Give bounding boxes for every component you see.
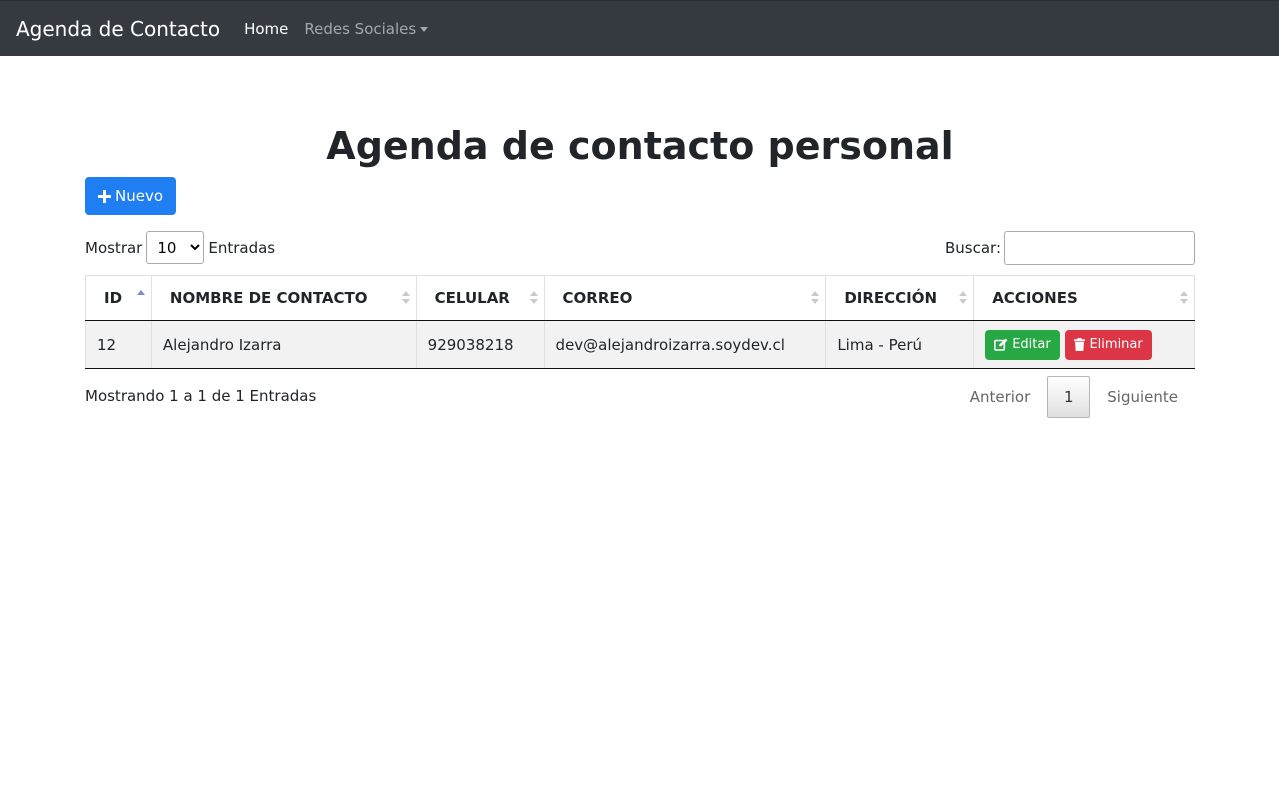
pagination-previous[interactable]: Anterior — [953, 388, 1048, 406]
cell-id: 12 — [85, 320, 152, 369]
cell-phone: 929038218 — [415, 320, 545, 369]
column-header-name[interactable]: NOMBRE DE CONTACTO — [150, 275, 417, 321]
navbar-brand[interactable]: Agenda de Contacto — [16, 17, 220, 41]
cell-name: Alejandro Izarra — [150, 320, 417, 369]
pagination: Anterior 1 Siguiente — [953, 376, 1195, 418]
search-input[interactable] — [1004, 231, 1195, 265]
table-row: 12 Alejandro Izarra 929038218 dev@alejan… — [85, 320, 1195, 369]
nav-link-home[interactable]: Home — [244, 20, 288, 38]
column-header-label: NOMBRE DE CONTACTO — [169, 289, 368, 307]
column-header-label: CELULAR — [434, 289, 510, 307]
pagination-next[interactable]: Siguiente — [1090, 388, 1195, 406]
column-header-actions[interactable]: ACCIONES — [973, 275, 1195, 321]
column-header-email[interactable]: CORREO — [543, 275, 827, 321]
new-button-label: Nuevo — [115, 187, 164, 205]
column-header-label: ID — [104, 289, 123, 307]
sort-icon — [401, 291, 410, 305]
caret-down-icon — [420, 26, 429, 32]
sort-ascending-icon — [136, 290, 145, 305]
length-prefix-label: Mostrar — [85, 238, 143, 257]
entries-per-page-select[interactable]: 10 — [146, 231, 205, 264]
column-header-phone[interactable]: CELULAR — [415, 275, 545, 321]
column-header-address[interactable]: DIRECCIÓN — [825, 275, 975, 321]
search-label: Buscar: — [944, 239, 1001, 257]
pagination-page-current[interactable]: 1 — [1047, 376, 1091, 418]
nav-dropdown-label: Redes Sociales — [304, 19, 417, 38]
column-header-label: ACCIONES — [992, 289, 1078, 307]
cell-address: Lima - Perú — [825, 320, 975, 369]
sort-icon — [811, 291, 820, 305]
edit-icon — [994, 338, 1008, 351]
sort-icon — [529, 291, 538, 305]
sort-icon — [1180, 291, 1188, 305]
table-info: Mostrando 1 a 1 de 1 Entradas — [85, 387, 317, 405]
cell-email: dev@alejandroizarra.soydev.cl — [543, 320, 827, 369]
cell-actions: Editar Eliminar — [973, 320, 1195, 369]
navbar: Agenda de Contacto Home Redes Sociales — [0, 0, 1279, 56]
page-title: Agenda de contacto personal — [326, 124, 954, 168]
plus-icon — [98, 189, 111, 203]
trash-icon — [1074, 338, 1086, 351]
sort-icon — [959, 291, 968, 305]
column-header-id[interactable]: ID — [85, 275, 152, 321]
nav-dropdown-redes-sociales[interactable]: Redes Sociales — [304, 19, 429, 38]
delete-button-label: Eliminar — [1089, 337, 1143, 352]
delete-button[interactable]: Eliminar — [1065, 329, 1152, 360]
edit-button-label: Editar — [1012, 337, 1051, 352]
search-control: Buscar: — [945, 231, 1195, 265]
contacts-table: ID NOMBRE DE CONTACTO CELULAR CORREO DIR… — [85, 275, 1195, 369]
entries-length-control: Mostrar 10 Entradas — [85, 231, 275, 264]
length-suffix-label: Entradas — [208, 238, 276, 257]
column-header-label: DIRECCIÓN — [844, 289, 938, 307]
new-contact-button[interactable]: Nuevo — [85, 177, 177, 215]
edit-button[interactable]: Editar — [985, 329, 1060, 360]
table-header-row: ID NOMBRE DE CONTACTO CELULAR CORREO DIR… — [85, 275, 1195, 321]
column-header-label: CORREO — [562, 289, 633, 307]
